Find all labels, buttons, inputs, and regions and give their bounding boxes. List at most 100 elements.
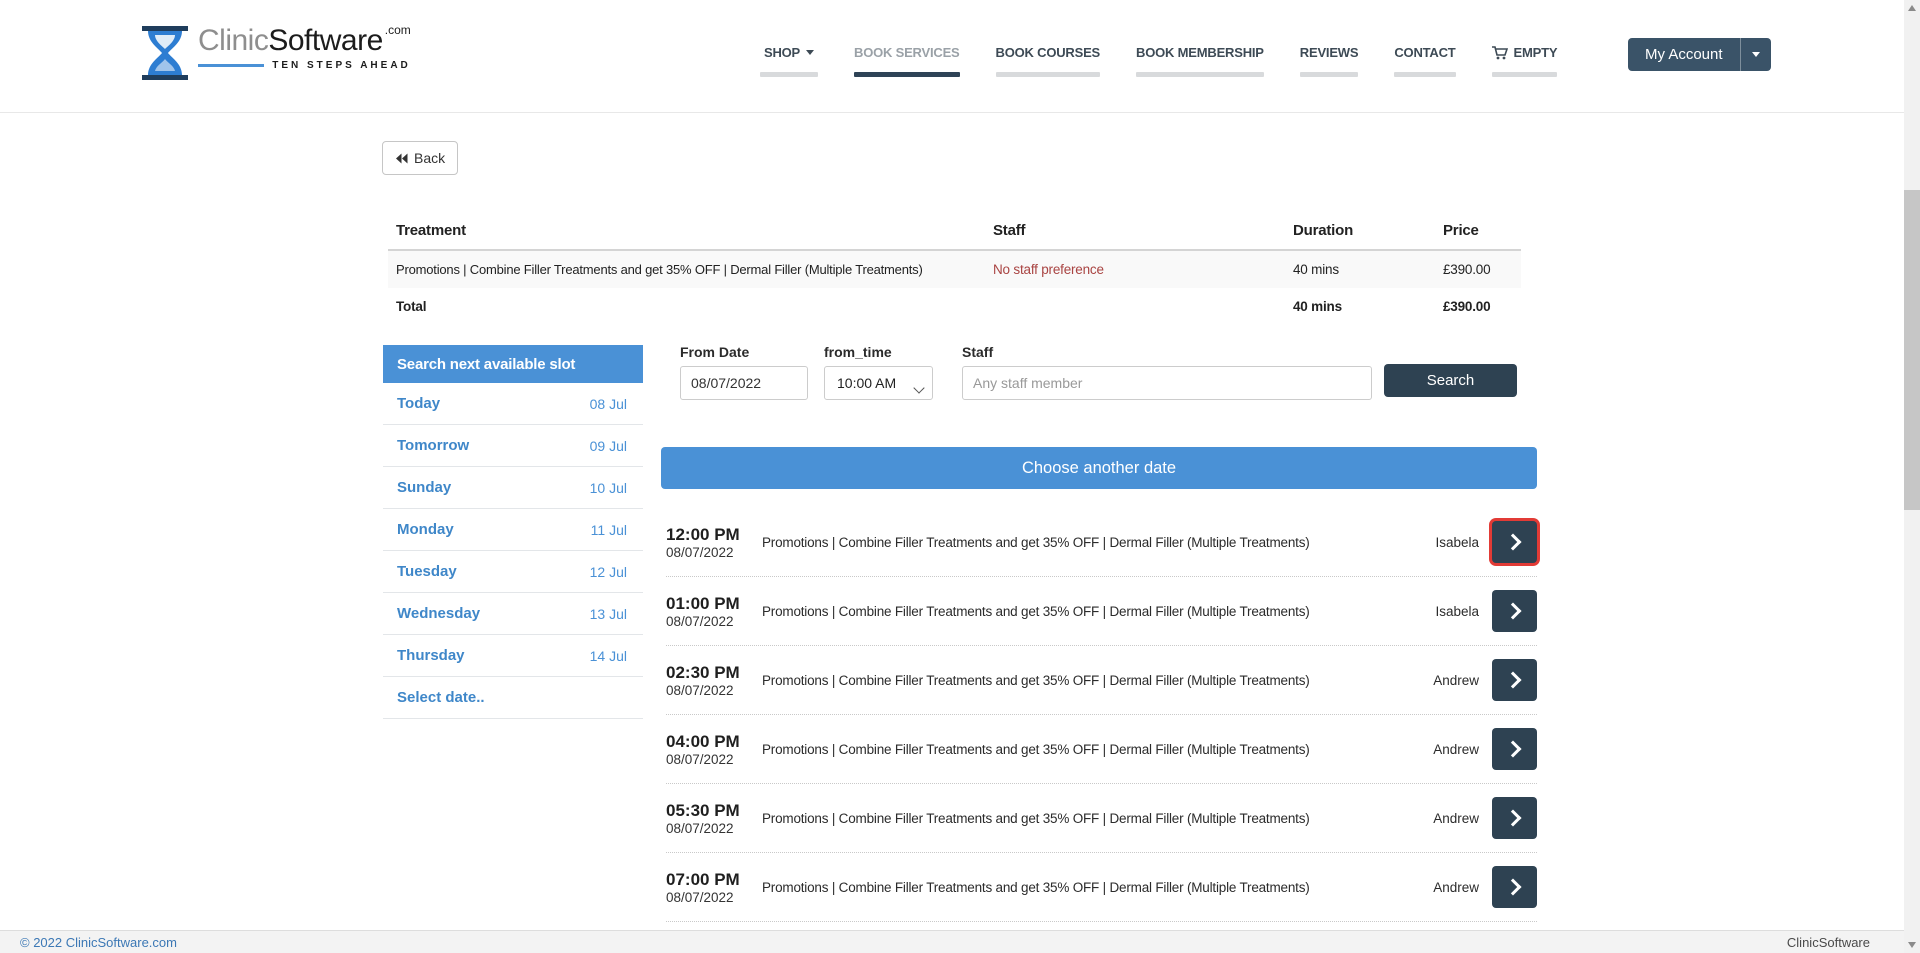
chevron-down-icon bbox=[1752, 52, 1760, 57]
footer: © 2022 ClinicSoftware.com ClinicSoftware bbox=[0, 930, 1904, 953]
slot-time: 01:00 PM bbox=[666, 593, 762, 614]
slot-staff: Andrew bbox=[1433, 742, 1479, 757]
hourglass-icon bbox=[140, 26, 190, 80]
nav-item-cart[interactable]: EMPTY bbox=[1480, 45, 1570, 77]
slot-row: 05:30 PM 08/07/2022 Promotions | Combine… bbox=[666, 784, 1537, 853]
my-account-split-button: My Account bbox=[1628, 38, 1771, 71]
sidebar-item-thursday[interactable]: Thursday 14 Jul bbox=[383, 635, 643, 677]
sidebar-item-tomorrow[interactable]: Tomorrow 09 Jul bbox=[383, 425, 643, 467]
chevron-right-icon bbox=[1505, 810, 1522, 827]
sidebar-item-select-date[interactable]: Select date.. bbox=[383, 677, 643, 719]
header: ClinicSoftware.com TEN STEPS AHEAD SHOP … bbox=[0, 0, 1904, 113]
sidebar-item-sunday[interactable]: Sunday 10 Jul bbox=[383, 467, 643, 509]
scrollbar-thumb[interactable] bbox=[1904, 190, 1920, 510]
footer-copyright-link[interactable]: © 2022 ClinicSoftware.com bbox=[20, 935, 177, 950]
sidebar-item-wednesday[interactable]: Wednesday 13 Jul bbox=[383, 593, 643, 635]
slot-row: 04:00 PM 08/07/2022 Promotions | Combine… bbox=[666, 715, 1537, 784]
total-price: £390.00 bbox=[1435, 288, 1521, 325]
slot-treatment: Promotions | Combine Filler Treatments a… bbox=[762, 880, 1433, 895]
chevron-right-icon bbox=[1505, 534, 1522, 551]
slot-date: 08/07/2022 bbox=[666, 614, 762, 629]
scrollbar bbox=[1904, 0, 1920, 953]
slot-row: 12:00 PM 08/07/2022 Promotions | Combine… bbox=[666, 508, 1537, 577]
slot-next-button[interactable] bbox=[1492, 728, 1537, 770]
nav-item-shop[interactable]: SHOP bbox=[748, 45, 830, 77]
total-label: Total bbox=[388, 288, 985, 325]
from-time-select[interactable]: 10:00 AM bbox=[824, 366, 933, 400]
total-duration: 40 mins bbox=[1285, 288, 1435, 325]
slot-staff: Andrew bbox=[1433, 673, 1479, 688]
my-account-caret-button[interactable] bbox=[1740, 38, 1771, 71]
slot-time: 05:30 PM bbox=[666, 800, 762, 821]
clinic-logo: ClinicSoftware.com TEN STEPS AHEAD bbox=[140, 26, 411, 80]
slot-staff: Andrew bbox=[1433, 880, 1479, 895]
sidebar-item-monday[interactable]: Monday 11 Jul bbox=[383, 509, 643, 551]
slot-treatment: Promotions | Combine Filler Treatments a… bbox=[762, 673, 1433, 688]
scrollbar-down-arrow[interactable] bbox=[1904, 937, 1920, 953]
slot-time: 12:00 PM bbox=[666, 524, 762, 545]
choose-another-date-button[interactable]: Choose another date bbox=[661, 447, 1537, 489]
chevron-right-icon bbox=[1505, 879, 1522, 896]
chevron-right-icon bbox=[1505, 741, 1522, 758]
slot-next-button[interactable] bbox=[1492, 659, 1537, 701]
sidebar-item-tuesday[interactable]: Tuesday 12 Jul bbox=[383, 551, 643, 593]
from-date-field[interactable] bbox=[680, 366, 808, 400]
slot-next-button[interactable] bbox=[1492, 521, 1537, 563]
nav-item-book-services[interactable]: BOOK SERVICES bbox=[842, 45, 972, 77]
page: ClinicSoftware.com TEN STEPS AHEAD SHOP … bbox=[0, 0, 1920, 953]
chevron-right-icon bbox=[1505, 672, 1522, 689]
slot-treatment: Promotions | Combine Filler Treatments a… bbox=[762, 811, 1433, 826]
back-button[interactable]: Back bbox=[382, 141, 458, 175]
column-header-treatment: Treatment bbox=[388, 212, 985, 249]
slot-row: 02:30 PM 08/07/2022 Promotions | Combine… bbox=[666, 646, 1537, 715]
logo-underline bbox=[198, 64, 264, 67]
from-date-label: From Date bbox=[680, 344, 808, 360]
nav-item-reviews[interactable]: REVIEWS bbox=[1288, 45, 1371, 77]
cart-label: EMPTY bbox=[1514, 45, 1558, 60]
footer-brand-text: ClinicSoftware bbox=[1787, 935, 1870, 950]
column-header-price: Price bbox=[1435, 212, 1521, 249]
order-price: £390.00 bbox=[1435, 251, 1521, 288]
nav-item-book-courses[interactable]: BOOK COURSES bbox=[984, 45, 1113, 77]
slot-next-button[interactable] bbox=[1492, 797, 1537, 839]
sidebar-title: Search next available slot bbox=[383, 345, 643, 383]
slot-sidebar: Search next available slot Today 08 Jul … bbox=[383, 345, 643, 719]
slot-treatment: Promotions | Combine Filler Treatments a… bbox=[762, 742, 1433, 757]
staff-label: Staff bbox=[962, 344, 1372, 360]
my-account-button[interactable]: My Account bbox=[1628, 38, 1740, 71]
slot-time: 07:00 PM bbox=[666, 869, 762, 890]
scrollbar-up-arrow[interactable] bbox=[1904, 0, 1920, 16]
slot-time: 04:00 PM bbox=[666, 731, 762, 752]
slot-staff: Isabela bbox=[1435, 535, 1479, 550]
order-duration: 40 mins bbox=[1285, 251, 1435, 288]
logo-tagline: TEN STEPS AHEAD bbox=[272, 60, 411, 71]
cart-icon bbox=[1492, 46, 1508, 60]
order-treatment: Promotions | Combine Filler Treatments a… bbox=[388, 251, 985, 288]
slot-time: 02:30 PM bbox=[666, 662, 762, 683]
slot-date: 08/07/2022 bbox=[666, 821, 762, 836]
logo-text: ClinicSoftware.com bbox=[198, 26, 411, 56]
rewind-icon bbox=[395, 153, 408, 164]
order-staff-preference: No staff preference bbox=[985, 251, 1285, 288]
column-header-staff: Staff bbox=[985, 212, 1285, 249]
main-nav: SHOP BOOK SERVICES BOOK COURSES BOOK MEM… bbox=[748, 45, 1569, 77]
chevron-down-icon bbox=[806, 50, 814, 55]
slot-next-button[interactable] bbox=[1492, 590, 1537, 632]
from-time-label: from_time bbox=[824, 344, 933, 360]
nav-item-contact[interactable]: CONTACT bbox=[1382, 45, 1467, 77]
slot-date: 08/07/2022 bbox=[666, 545, 762, 560]
column-header-duration: Duration bbox=[1285, 212, 1435, 249]
slot-search-form: From Date from_time 10:00 AM Staff Searc… bbox=[680, 344, 1517, 400]
slot-date: 08/07/2022 bbox=[666, 890, 762, 905]
search-button[interactable]: Search bbox=[1384, 364, 1517, 397]
order-table-header-row: Treatment Staff Duration Price bbox=[388, 212, 1521, 249]
slot-date: 08/07/2022 bbox=[666, 683, 762, 698]
slot-results-list: 12:00 PM 08/07/2022 Promotions | Combine… bbox=[666, 508, 1537, 922]
staff-field[interactable] bbox=[962, 366, 1372, 400]
slot-treatment: Promotions | Combine Filler Treatments a… bbox=[762, 604, 1435, 619]
nav-item-book-membership[interactable]: BOOK MEMBERSHIP bbox=[1124, 45, 1276, 77]
slot-next-button[interactable] bbox=[1492, 866, 1537, 908]
slot-date: 08/07/2022 bbox=[666, 752, 762, 767]
sidebar-item-today[interactable]: Today 08 Jul bbox=[383, 383, 643, 425]
slot-staff: Isabela bbox=[1435, 604, 1479, 619]
